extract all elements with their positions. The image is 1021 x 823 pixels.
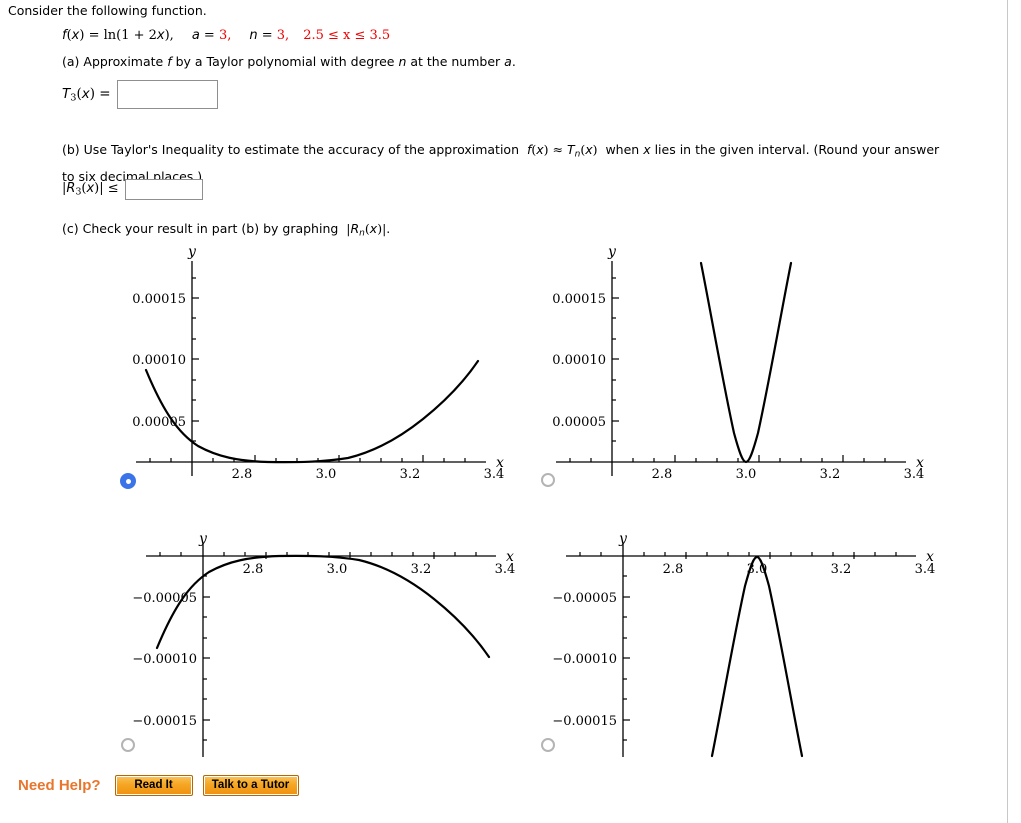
x-tick-label-0: 2.8 <box>243 562 264 577</box>
x-tick-label-2: 3.2 <box>831 562 852 577</box>
r3-label: |R3(x)| ≤ <box>62 181 119 198</box>
x-tick-label-2: 3.2 <box>820 467 841 478</box>
x-axis-ticks <box>569 455 886 462</box>
function-expression: f(x) = ln(1 + 2x), <box>62 28 174 43</box>
curve-path <box>710 555 804 758</box>
y-axis-ticks <box>203 575 210 741</box>
y-axis-ticks <box>612 277 619 442</box>
y-tick-label-1: −0.00010 <box>132 652 197 667</box>
y-tick-label-0: −0.00005 <box>552 591 617 606</box>
part-a-answer-row: T3(x) = <box>62 80 218 109</box>
y-tick-label-0: 0.00015 <box>132 292 186 307</box>
graph-c-svg: 2.8 3.0 3.2 3.4 −0.00005 −0.00010 −0.000… <box>132 531 515 757</box>
graph-option-a[interactable]: 2.8 3.0 3.2 3.4 0.00015 0.00010 0.00005 … <box>118 243 518 478</box>
x-tick-label-0: 2.8 <box>663 562 684 577</box>
graph-b-svg: 2.8 3.0 3.2 3.4 0.00015 0.00010 0.00005 … <box>552 244 924 478</box>
y-axis-label: y <box>187 244 197 260</box>
y-tick-label-2: 0.00005 <box>552 415 606 430</box>
t3-answer-input[interactable] <box>116 80 218 109</box>
radio-option-a[interactable] <box>121 474 135 488</box>
curve-path <box>155 554 491 659</box>
x-tick-label-1: 3.0 <box>747 562 768 577</box>
graph-option-d[interactable]: 2.8 3.0 3.2 3.4 −0.00005 −0.00010 −0.000… <box>538 531 938 766</box>
x-tick-label-0: 2.8 <box>232 467 253 478</box>
x-axis-label: x <box>496 455 504 471</box>
page-right-border <box>1007 0 1008 823</box>
function-definition: f(x) = ln(1 + 2x), a = 3, n = 3, 2.5 ≤ x ≤ … <box>62 28 390 43</box>
x-tick-label-0: 2.8 <box>652 467 673 478</box>
part-b-answer-row: |R3(x)| ≤ <box>62 179 203 200</box>
n-label: n = <box>249 28 277 43</box>
part-b-text: (b) Use Taylor's Inequality to estimate … <box>62 142 940 184</box>
r3-answer-input[interactable] <box>124 179 203 200</box>
graph-option-b[interactable]: 2.8 3.0 3.2 3.4 0.00015 0.00010 0.00005 … <box>538 243 938 478</box>
graph-a-svg: 2.8 3.0 3.2 3.4 0.00015 0.00010 0.00005 … <box>132 244 504 478</box>
radio-option-c[interactable] <box>121 738 135 752</box>
y-tick-label-1: −0.00010 <box>552 652 617 667</box>
t3-label: T3(x) = <box>62 85 111 104</box>
y-axis-label: y <box>618 531 628 547</box>
part-c-text: (c) Check your result in part (b) by gra… <box>62 221 391 239</box>
radio-option-d[interactable] <box>541 738 555 752</box>
need-help-section: Need Help? Read It Talk to a Tutor <box>18 775 309 796</box>
a-value: 3, <box>218 28 232 43</box>
y-axis-ticks <box>192 277 199 442</box>
x-tick-label-2: 3.2 <box>400 467 421 478</box>
x-axis-label: x <box>916 455 924 471</box>
curve-path <box>144 359 480 464</box>
x-tick-label-1: 3.0 <box>736 467 757 478</box>
radio-option-b[interactable] <box>541 473 555 487</box>
part-a-text: (a) Approximate f by a Taylor polynomial… <box>62 54 516 69</box>
x-axis-label: x <box>926 549 934 565</box>
x-axis-label: x <box>506 549 514 565</box>
y-tick-label-2: 0.00005 <box>132 415 186 430</box>
y-axis-label: y <box>198 531 208 547</box>
a-label: a = <box>191 28 219 43</box>
need-help-label: Need Help? <box>18 777 101 794</box>
x-tick-label-1: 3.0 <box>316 467 337 478</box>
graph-option-c[interactable]: 2.8 3.0 3.2 3.4 −0.00005 −0.00010 −0.000… <box>118 531 518 766</box>
y-tick-label-0: 0.00015 <box>552 292 606 307</box>
intro-text: Consider the following function. <box>8 3 207 18</box>
y-axis-label: y <box>607 244 617 260</box>
read-it-button[interactable]: Read It <box>114 775 193 796</box>
curve-path <box>699 261 793 464</box>
talk-to-tutor-button[interactable]: Talk to a Tutor <box>202 775 299 796</box>
x-tick-label-2: 3.2 <box>411 562 432 577</box>
y-tick-label-0: −0.00005 <box>132 591 197 606</box>
graph-d-svg: 2.8 3.0 3.2 3.4 −0.00005 −0.00010 −0.000… <box>552 531 935 758</box>
y-tick-label-1: 0.00010 <box>552 353 606 368</box>
interval-constraint: 2.5 ≤ x ≤ 3.5 <box>303 28 391 43</box>
x-tick-label-1: 3.0 <box>327 562 348 577</box>
y-tick-label-2: −0.00015 <box>552 714 617 729</box>
n-value: 3, <box>276 28 290 43</box>
y-tick-label-1: 0.00010 <box>132 353 186 368</box>
y-tick-label-2: −0.00015 <box>132 714 197 729</box>
y-axis-ticks <box>623 575 630 741</box>
